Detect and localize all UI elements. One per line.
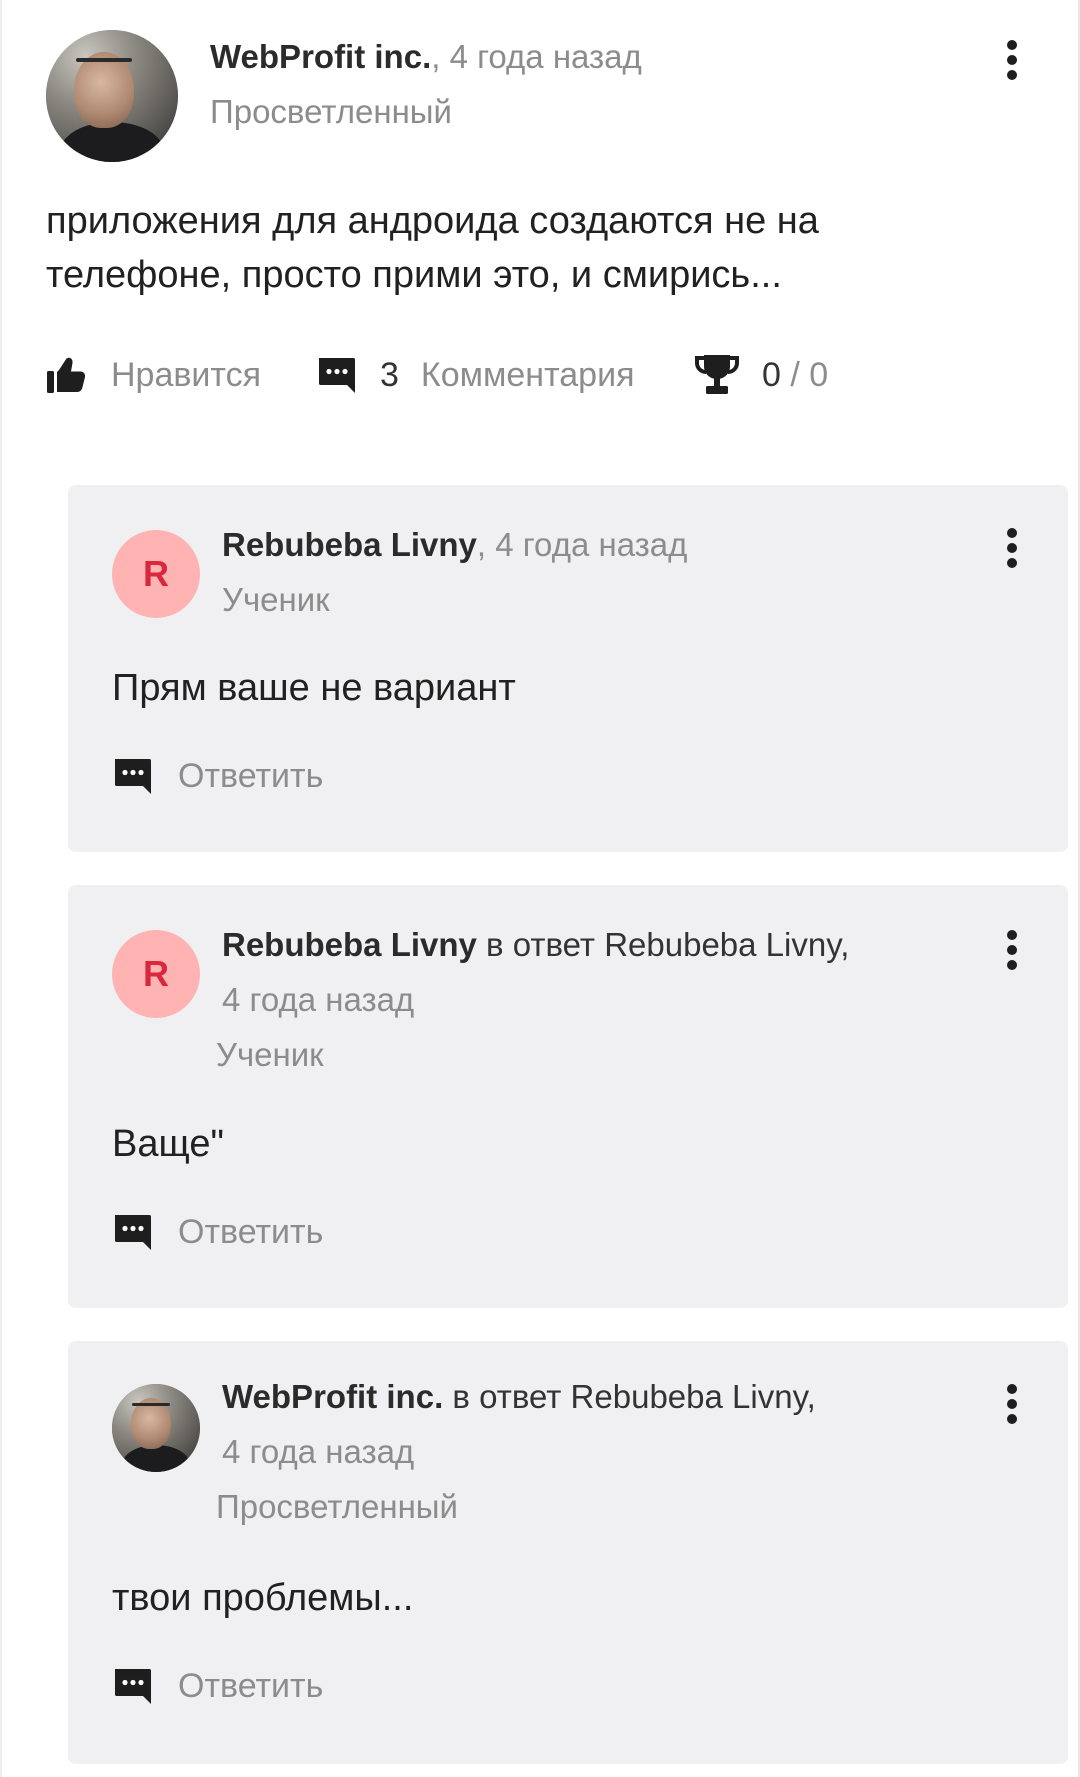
comment-author-name[interactable]: WebProfit inc.: [222, 1378, 443, 1415]
comment-card: R Rebubeba Livny в ответ Rebubeba Livny,…: [68, 885, 1068, 1308]
comment-card: WebProfit inc. в ответ Rebubeba Livny, 4…: [68, 1341, 1068, 1764]
trophy-icon: [695, 355, 739, 394]
comment-timestamp: 4 года назад: [222, 1433, 415, 1470]
comment-author-line: Rebubeba Livny в ответ Rebubeba Livny,: [222, 925, 849, 965]
comment-thread-page: WebProfit inc., 4 года назад Просветленн…: [0, 0, 1080, 1777]
comment-timestamp: , 4 года назад: [476, 526, 688, 563]
comment-timestamp: 4 года назад: [222, 981, 415, 1018]
comment-author-rank: Ученик: [222, 581, 330, 618]
score-total: 0: [809, 355, 829, 394]
comment-author-name[interactable]: Rebubeba Livny: [222, 926, 477, 963]
thumbs-up-icon: [47, 357, 86, 393]
comments-button[interactable]: 3 Комментария: [316, 350, 634, 400]
like-button[interactable]: Нравится: [46, 350, 261, 400]
left-divider: [0, 0, 2, 1777]
post-body-text: приложения для андроида создаются не на …: [46, 200, 819, 296]
comment-body-text: Ваще": [112, 1123, 224, 1165]
comment-bubble-icon: [319, 358, 355, 393]
comment-more-icon[interactable]: [1002, 928, 1022, 972]
comment-author-rank: Просветленный: [216, 1488, 458, 1525]
comment-author-rank: Ученик: [216, 1036, 324, 1073]
comment-reply-to[interactable]: в ответ Rebubeba Livny,: [443, 1378, 815, 1415]
comment-author-line: Rebubeba Livny, 4 года назад: [222, 525, 687, 565]
comments-count: 3: [380, 355, 399, 394]
comment-avatar[interactable]: R: [112, 930, 200, 1018]
comment-body-text: Прям ваше не вариант: [112, 667, 516, 709]
comments-label: Комментария: [420, 355, 635, 394]
reply-label: Ответить: [178, 1666, 324, 1705]
comment-reply-to[interactable]: в ответ Rebubeba Livny,: [477, 926, 849, 963]
reply-button[interactable]: Ответить: [112, 753, 323, 799]
comment-more-icon[interactable]: [1002, 526, 1022, 570]
author-avatar[interactable]: [46, 30, 178, 162]
reply-button[interactable]: Ответить: [112, 1209, 323, 1255]
post-timestamp: , 4 года назад: [431, 38, 642, 75]
comment-avatar[interactable]: R: [112, 530, 200, 618]
comment-bubble-icon: [115, 1215, 151, 1250]
comment-avatar[interactable]: [112, 1384, 200, 1472]
post-more-icon[interactable]: [1002, 38, 1022, 82]
comment-bubble-icon: [115, 759, 151, 794]
comment-body-text: твои проблемы...: [112, 1577, 414, 1619]
score-indicator: 0 / 0: [694, 350, 828, 400]
reply-button[interactable]: Ответить: [112, 1663, 323, 1709]
post-author-rank: Просветленный: [210, 93, 452, 130]
comment-author-name[interactable]: Rebubeba Livny: [222, 526, 477, 563]
comment-author-line: WebProfit inc. в ответ Rebubeba Livny,: [222, 1377, 816, 1417]
like-label: Нравится: [111, 355, 262, 394]
comment-bubble-icon: [115, 1669, 151, 1704]
score-separator: /: [780, 355, 810, 394]
post-author-name[interactable]: WebProfit inc.: [210, 38, 431, 75]
reply-label: Ответить: [178, 1212, 324, 1251]
score-value: 0: [762, 355, 781, 394]
reply-label: Ответить: [178, 756, 324, 795]
post-actions-bar: Нравится 3 Комментария 0 / 0: [46, 350, 946, 400]
comment-more-icon[interactable]: [1002, 1382, 1022, 1426]
comment-card: R Rebubeba Livny, 4 года назад Ученик Пр…: [68, 485, 1068, 852]
post-author-line: WebProfit inc., 4 года назад: [210, 37, 642, 77]
